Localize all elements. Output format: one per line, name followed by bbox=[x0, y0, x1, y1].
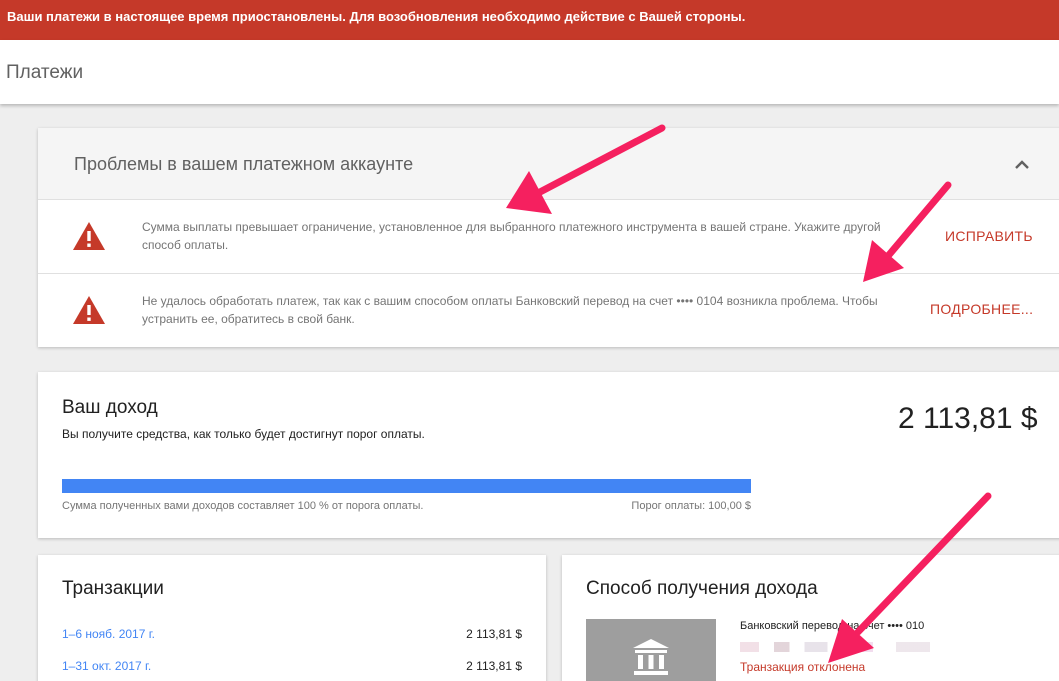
app-header: Платежи bbox=[0, 40, 1059, 104]
income-amount: 2 113,81 $ bbox=[898, 402, 1038, 435]
problems-card-header[interactable]: Проблемы в вашем платежном аккаунте bbox=[38, 128, 1059, 200]
problem-message: Сумма выплаты превышает ограничение, уст… bbox=[142, 220, 881, 252]
problem-message: Не удалось обработать платеж, так как с … bbox=[142, 294, 878, 326]
transaction-date-link[interactable]: 1–31 окт. 2017 г. bbox=[62, 659, 151, 673]
problems-title: Проблемы в вашем платежном аккаунте bbox=[74, 154, 414, 174]
bank-account-label: Банковский перевод на счет •••• 010 bbox=[740, 620, 925, 632]
warning-icon bbox=[73, 222, 105, 250]
threshold-caption: Порог оплаты: 100,00 $ bbox=[631, 500, 751, 512]
redacted-details bbox=[740, 642, 930, 652]
alert-text: Ваши платежи в настоящее время приостано… bbox=[7, 9, 746, 24]
bank-icon bbox=[633, 639, 669, 675]
transaction-amount: 2 113,81 $ bbox=[466, 659, 522, 673]
income-subtitle: Вы получите средства, как только будет д… bbox=[62, 427, 425, 441]
problem-item-payout-limit: Сумма выплаты превышает ограничение, уст… bbox=[38, 200, 1059, 273]
suspension-alert-bar: Ваши платежи в настоящее время приостано… bbox=[0, 0, 1059, 40]
learn-more-button[interactable]: ПОДРОБНЕЕ... bbox=[930, 301, 1033, 317]
income-title: Ваш доход bbox=[62, 397, 158, 418]
threshold-progress-fill bbox=[62, 479, 751, 493]
warning-icon bbox=[73, 296, 105, 324]
transactions-title: Транзакции bbox=[62, 578, 164, 599]
transaction-row: 1–6 нояб. 2017 г. 2 113,81 $ bbox=[62, 627, 522, 647]
progress-caption: Сумма полученных вами доходов составляет… bbox=[62, 500, 424, 512]
transaction-date-link[interactable]: 1–6 нояб. 2017 г. bbox=[62, 627, 155, 641]
transaction-status: Транзакция отклонена bbox=[740, 660, 866, 674]
transactions-card: Транзакции 1–6 нояб. 2017 г. 2 113,81 $ … bbox=[38, 555, 546, 681]
income-card: Ваш доход Вы получите средства, как толь… bbox=[38, 372, 1059, 538]
chevron-up-icon[interactable] bbox=[1010, 153, 1034, 177]
transaction-row: 1–31 окт. 2017 г. 2 113,81 $ bbox=[62, 659, 522, 679]
threshold-progress-bar bbox=[62, 479, 751, 493]
payment-problems-card: Проблемы в вашем платежном аккаунте Сумм… bbox=[38, 128, 1059, 347]
transaction-amount: 2 113,81 $ bbox=[466, 627, 522, 641]
payment-method-card: Способ получения дохода Банковский перев… bbox=[562, 555, 1059, 681]
fix-button[interactable]: ИСПРАВИТЬ bbox=[945, 228, 1033, 244]
page-title: Платежи bbox=[6, 62, 84, 83]
bank-tile bbox=[586, 619, 716, 681]
problem-item-bank-transfer: Не удалось обработать платеж, так как с … bbox=[38, 273, 1059, 346]
method-title: Способ получения дохода bbox=[586, 578, 818, 599]
